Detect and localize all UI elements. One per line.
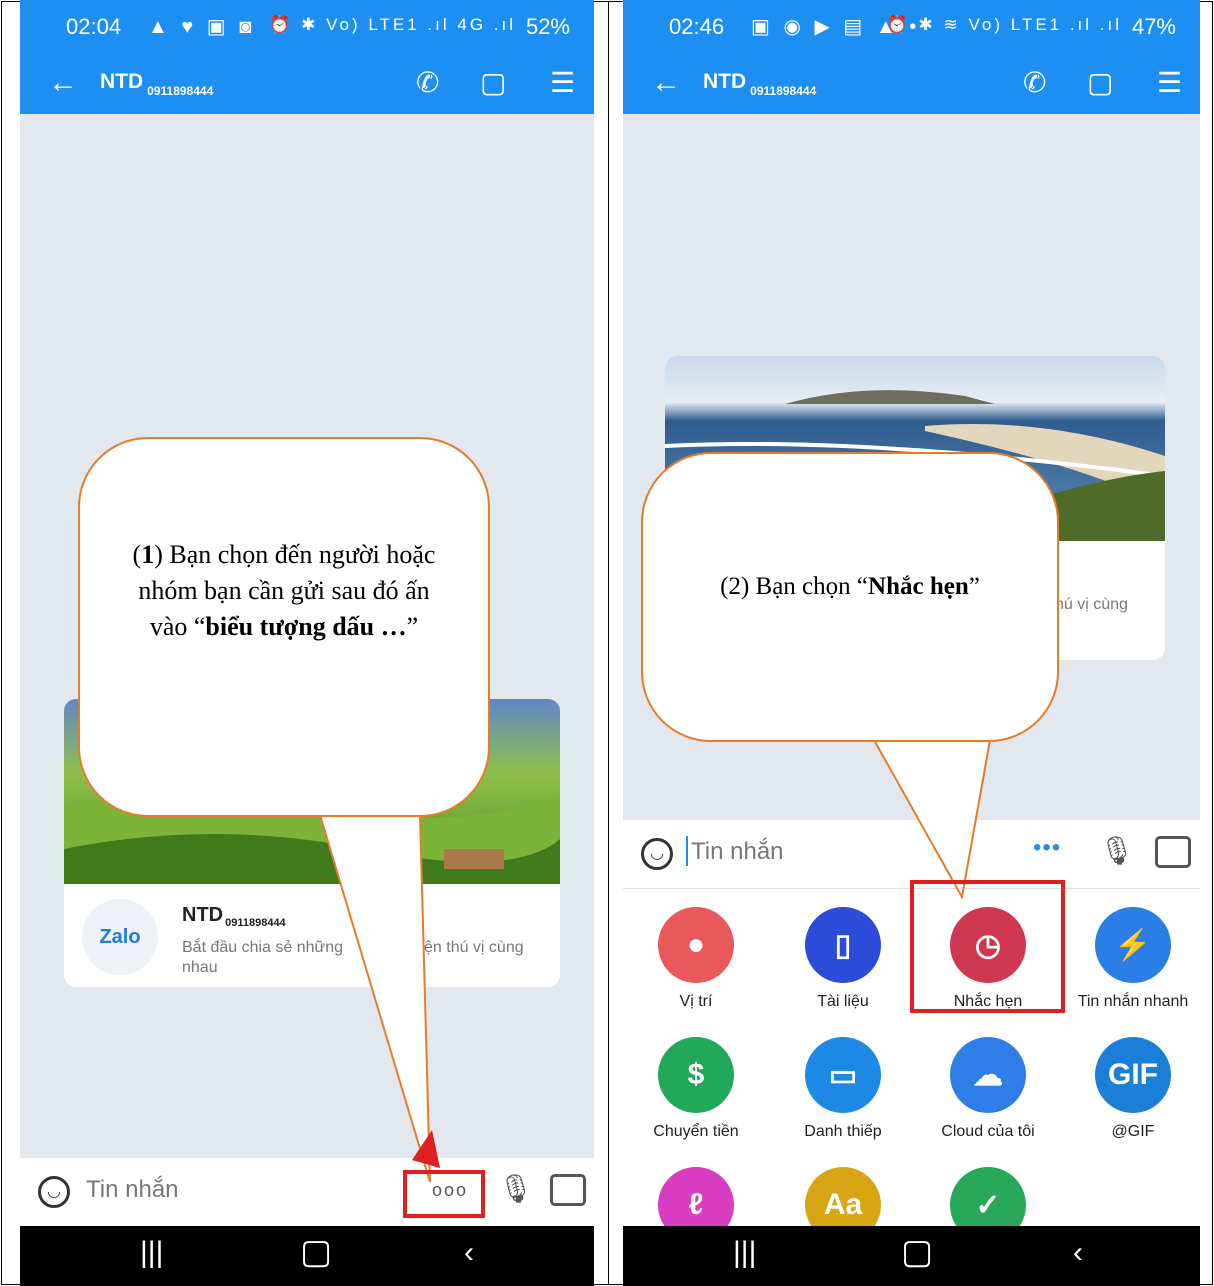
callout-step-1: (1) Bạn chọn đến người hoặc nhóm bạn cần… <box>78 437 490 817</box>
callout-step-2: (2) Bạn chọn “Nhắc hẹn” <box>641 452 1059 742</box>
highlight-more-button <box>403 1170 485 1218</box>
highlight-nhac-hen <box>910 880 1065 1013</box>
callout-2-pointer <box>872 739 992 900</box>
callout-1-pointer <box>318 814 431 1183</box>
